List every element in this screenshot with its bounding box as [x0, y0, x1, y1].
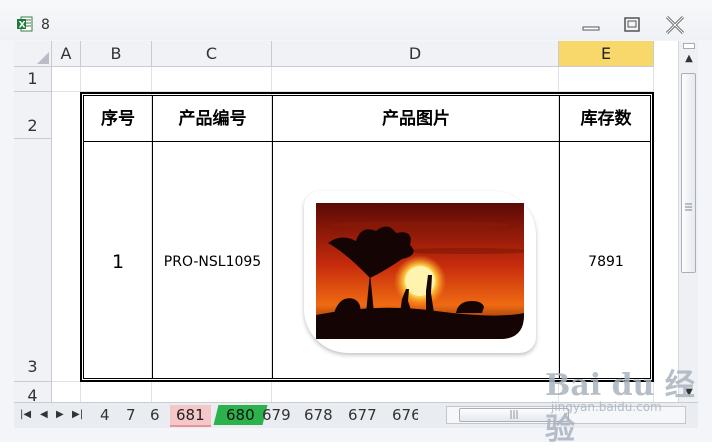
watermark-url: jingyan.baidu.com: [551, 400, 662, 414]
column-header-b[interactable]: B: [81, 41, 152, 67]
header-product-code[interactable]: 产品编号: [153, 96, 272, 142]
sheet-tab[interactable]: 676: [392, 405, 418, 425]
sheet-tab-highlight[interactable]: 681: [170, 405, 211, 427]
restore-button[interactable]: [619, 14, 645, 36]
next-sheet-icon[interactable]: ▶: [56, 409, 64, 420]
row-header-4[interactable]: 4: [14, 382, 52, 402]
excel-icon: X: [17, 16, 33, 32]
sheet-tab[interactable]: 678: [304, 405, 333, 425]
scroll-up-icon[interactable]: ▲: [679, 53, 699, 64]
vertical-scroll-thumb[interactable]: [681, 73, 696, 273]
split-handle[interactable]: [683, 43, 695, 49]
select-all-corner[interactable]: [14, 41, 52, 67]
row-header-1[interactable]: 1: [14, 67, 52, 92]
header-stock[interactable]: 库存数: [560, 96, 652, 142]
product-table: 序号 产品编号 产品图片 库存数 1 PRO-NSL1095 7891: [80, 92, 654, 382]
column-header-a[interactable]: A: [52, 41, 81, 67]
close-button[interactable]: [662, 14, 688, 36]
sheet-tab[interactable]: 4: [100, 405, 110, 425]
worksheet-grid[interactable]: A B C D E 1 2 3 4 序号 产品编号 产品图片 库存数 1 PRO…: [14, 41, 678, 402]
table-inner-border: 序号 产品编号 产品图片 库存数 1 PRO-NSL1095 7891: [83, 95, 651, 379]
header-index[interactable]: 序号: [84, 96, 152, 142]
sheet-tab[interactable]: 7: [126, 405, 136, 425]
restore-icon: [624, 17, 640, 32]
product-image-frame[interactable]: [304, 191, 536, 353]
corner-triangle-icon: [37, 52, 49, 64]
cell-product-image[interactable]: [273, 142, 559, 382]
sheet-tab[interactable]: 677: [348, 405, 377, 425]
column-header-c[interactable]: C: [152, 41, 272, 67]
title-bar: X 8: [0, 0, 712, 40]
last-sheet-icon[interactable]: ▶|: [72, 409, 83, 420]
header-product-image[interactable]: 产品图片: [273, 96, 559, 142]
excel-window: X 8 A B C D E 1 2 3 4 序号 产品编号 产品图片 库存数 1…: [0, 0, 712, 447]
watermark: Bai du 经验 jingyan.baidu.com: [545, 360, 695, 447]
sheet-tab[interactable]: 679: [262, 405, 291, 425]
sheet-tab[interactable]: 6: [150, 405, 160, 425]
cell-product-code[interactable]: PRO-NSL1095: [153, 142, 272, 382]
vertical-scrollbar[interactable]: ▲ ▼: [678, 41, 698, 402]
cell-stock[interactable]: 7891: [560, 142, 652, 382]
minimize-icon: [582, 26, 600, 31]
cell-index[interactable]: 1: [84, 142, 152, 382]
sunset-safari-photo: [316, 203, 524, 339]
column-header-d[interactable]: D: [272, 41, 559, 67]
grip-icon: [685, 203, 692, 211]
svg-text:X: X: [19, 21, 26, 31]
sheet-tab-active[interactable]: 680: [213, 405, 268, 425]
column-header-e[interactable]: E: [559, 41, 654, 67]
row-header-2[interactable]: 2: [14, 92, 52, 139]
close-icon: [665, 15, 685, 35]
row-header-3[interactable]: 3: [14, 139, 52, 382]
prev-sheet-icon[interactable]: ◀: [40, 409, 48, 420]
minimize-button[interactable]: [578, 14, 604, 36]
window-title: 8: [41, 17, 50, 33]
first-sheet-icon[interactable]: |◀: [20, 409, 31, 420]
